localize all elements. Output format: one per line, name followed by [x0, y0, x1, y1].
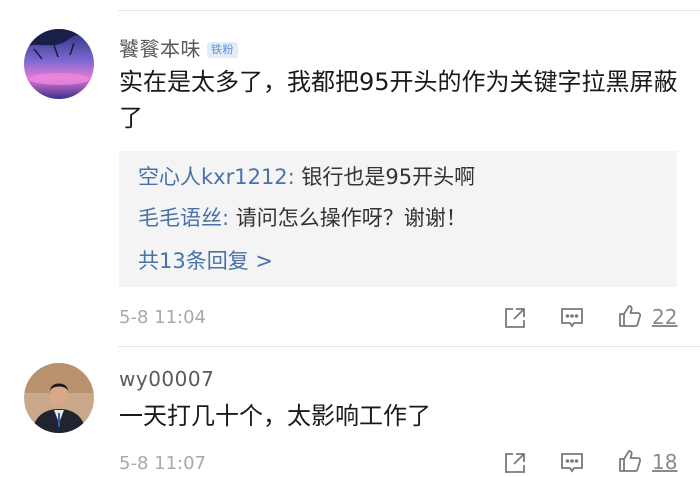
username-text[interactable]: 饕餮本味	[119, 37, 201, 61]
share-icon[interactable]	[502, 450, 528, 476]
username-text[interactable]: wy00007	[119, 367, 214, 391]
like-icon[interactable]	[617, 303, 643, 329]
reply-text: 请问怎么操作呀？谢谢！	[229, 206, 467, 230]
more-replies-link[interactable]: 共13条回复 >	[138, 245, 273, 275]
comment-icon[interactable]	[559, 450, 585, 476]
timestamp: 5-8 11:04	[119, 307, 206, 328]
username[interactable]: wy00007	[119, 367, 214, 391]
reply-username[interactable]: 毛毛语丝:	[138, 206, 229, 230]
comment-text: 实在是太多了，我都把95开头的作为关键字拉黑屏蔽了	[119, 68, 678, 132]
like-count[interactable]: 18	[652, 450, 677, 474]
divider-top	[118, 10, 700, 11]
reply-item[interactable]: 毛毛语丝: 请问怎么操作呀？谢谢！	[138, 203, 467, 233]
comment-text: 一天打几十个，太影响工作了	[119, 402, 431, 430]
username[interactable]: 饕餮本味 铁粉	[119, 33, 238, 62]
fan-badge: 铁粉	[207, 42, 238, 58]
avatar[interactable]	[24, 363, 94, 433]
share-icon[interactable]	[502, 305, 528, 331]
timestamp: 5-8 11:07	[119, 453, 206, 474]
reply-username[interactable]: 空心人kxr1212:	[138, 165, 295, 189]
avatar[interactable]	[24, 29, 94, 99]
divider	[118, 346, 700, 347]
like-icon[interactable]	[617, 448, 643, 474]
like-count[interactable]: 22	[652, 305, 677, 329]
reply-box[interactable]: 空心人kxr1212: 银行也是95开头啊 毛毛语丝: 请问怎么操作呀？谢谢！ …	[119, 151, 677, 287]
comment-icon[interactable]	[559, 305, 585, 331]
reply-text: 银行也是95开头啊	[294, 165, 476, 189]
reply-item[interactable]: 空心人kxr1212: 银行也是95开头啊	[138, 162, 475, 192]
